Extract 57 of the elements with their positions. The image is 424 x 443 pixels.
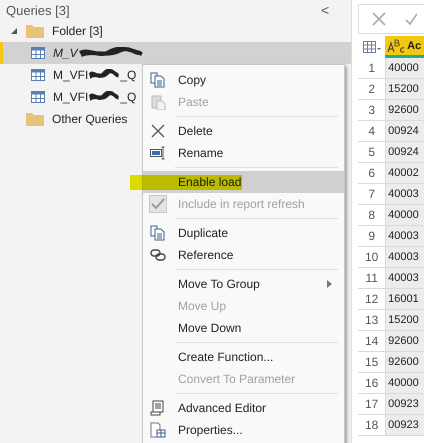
link-icon [150, 247, 166, 263]
table-cell: 40003 [386, 184, 424, 204]
table-cell: 40000 [386, 205, 424, 225]
delete-icon [150, 123, 166, 139]
cancel-icon[interactable] [371, 11, 388, 27]
menu-item[interactable]: Copy [143, 69, 344, 91]
scribble-mark [78, 47, 143, 59]
table-cell: 40000 [386, 58, 424, 78]
query-item[interactable]: M_V [53, 46, 78, 60]
menu-item[interactable]: Duplicate [143, 222, 344, 244]
collapse-button[interactable]: < [316, 2, 334, 18]
tree-item[interactable]: Folder [3] [52, 24, 103, 38]
rename-icon [150, 145, 166, 161]
table-cell: 40003 [386, 247, 424, 267]
menu-item[interactable]: Properties... [143, 419, 344, 441]
table-cell: 00923 [386, 394, 424, 414]
scribble-mark [89, 91, 120, 103]
table-icon [31, 47, 45, 59]
tree-item[interactable]: Other Queries [52, 112, 128, 126]
folder-icon [26, 112, 44, 126]
table-cell: 40003 [386, 268, 424, 288]
folder-icon [26, 24, 44, 38]
paste-icon [150, 94, 166, 110]
menu-item[interactable]: Reference [143, 244, 344, 266]
menu-item[interactable]: Create Function... [143, 346, 344, 368]
table-cell: 40000 [386, 373, 424, 393]
table-cell: 92600 [386, 352, 424, 372]
table-cell: 00924 [386, 142, 424, 162]
pane-title: Queries [3] [6, 2, 70, 18]
menu-item[interactable]: Advanced Editor [143, 397, 344, 419]
check-icon[interactable] [405, 12, 418, 26]
scribble-mark [89, 69, 120, 81]
copy-icon [150, 72, 166, 88]
menu-item[interactable]: Delete [143, 120, 344, 142]
table-cell: 00923 [386, 415, 424, 435]
query-item[interactable]: M_VFI [53, 90, 88, 104]
table-cell: 92600 [386, 331, 424, 351]
table-cell: 40003 [386, 226, 424, 246]
table-cell: 16001 [386, 289, 424, 309]
query-item[interactable]: M_VFI [53, 68, 88, 82]
text-type-icon[interactable] [387, 38, 406, 52]
menu-item[interactable]: Rename [143, 142, 344, 164]
table-cell: 92600 [386, 100, 424, 120]
menu-item[interactable]: Move To Group [143, 273, 344, 295]
table-icon [31, 69, 45, 81]
menu-item[interactable]: Move Down [143, 317, 344, 339]
query-item-suffix: _Q [120, 68, 136, 82]
table-cell: 15200 [386, 79, 424, 99]
copy-icon [150, 225, 166, 241]
query-item-suffix: _Q [120, 90, 136, 104]
table-cell: 40002 [386, 163, 424, 183]
expand-arrow-icon[interactable] [10, 27, 18, 35]
table-cell: 15200 [386, 310, 424, 330]
properties-icon [150, 422, 166, 438]
table-icon [31, 91, 45, 103]
table-cell: 00924 [386, 121, 424, 141]
document-icon [150, 400, 166, 416]
